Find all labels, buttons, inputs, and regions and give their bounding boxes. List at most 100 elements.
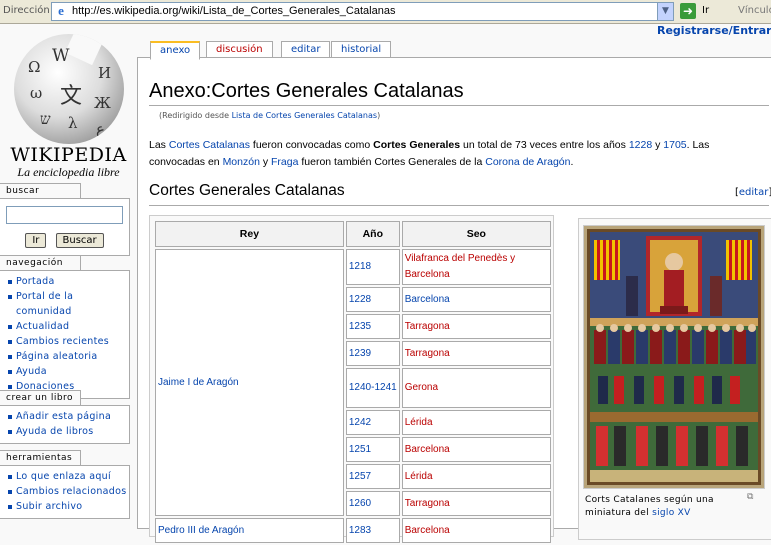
book-item-help[interactable]: Ayuda de libros <box>16 426 94 437</box>
book-portlet-title: crear un libro <box>0 390 81 405</box>
seo-cell: Lérida <box>401 464 551 489</box>
address-bar: Dirección e http://es.wikipedia.org/wiki… <box>0 0 771 24</box>
seo-link[interactable]: Tarragona <box>405 498 450 509</box>
link-cortes-catalanas[interactable]: Cortes Catalanas <box>169 139 250 151</box>
header-ano: Año <box>345 221 400 247</box>
wikipedia-logo[interactable]: Ω W И ω 文 Ж ש λ ع WIKIPEDIA La enciclope… <box>0 24 137 180</box>
year-link[interactable]: 1260 <box>349 498 371 509</box>
ie-page-icon: e <box>58 3 64 18</box>
year-cell: 1257 <box>345 464 400 489</box>
intro-text: un total de 73 veces entre los años <box>460 139 629 151</box>
navigation-portlet-title: navegación <box>0 255 81 270</box>
year-link[interactable]: 1242 <box>349 417 371 428</box>
year-link[interactable]: 1251 <box>349 444 371 455</box>
seo-link[interactable]: Barcelona <box>405 294 450 305</box>
seo-link[interactable]: Barcelona <box>405 525 450 536</box>
tab-discusion[interactable]: discusión <box>206 41 273 58</box>
section-heading: Cortes Generales Catalanas <box>149 182 345 199</box>
thumb-caption: Corts Catalanes según una miniatura del … <box>585 494 745 520</box>
year-cell: 1239 <box>345 341 400 366</box>
king-link[interactable]: Pedro III de Aragón <box>158 525 244 536</box>
header-seo: Seo <box>401 221 551 247</box>
intro-bold: Cortes Generales <box>373 139 461 151</box>
seo-link[interactable]: Barcelona <box>405 444 450 455</box>
nav-item-pagina-aleatoria[interactable]: Página aleatoria <box>16 351 98 362</box>
go-button[interactable]: Ir <box>702 5 709 16</box>
nav-item-ayuda[interactable]: Ayuda <box>16 366 47 377</box>
seo-cell: Barcelona <box>401 287 551 312</box>
link-1228[interactable]: 1228 <box>629 139 652 151</box>
go-arrow-icon[interactable]: ➜ <box>680 3 696 19</box>
seo-cell: Tarragona <box>401 491 551 516</box>
search-portlet-title: buscar <box>0 183 81 198</box>
address-url[interactable]: http://es.wikipedia.org/wiki/Lista_de_Co… <box>72 5 395 17</box>
thumbnail: ⧉ Corts Catalanes según una miniatura de… <box>578 218 771 540</box>
section-edit-link[interactable]: editar <box>739 187 768 198</box>
intro-text: y <box>652 139 664 151</box>
year-link[interactable]: 1240-1241 <box>349 382 397 393</box>
search-input[interactable] <box>6 206 123 224</box>
year-link[interactable]: 1283 <box>349 525 371 536</box>
nav-item-portada[interactable]: Portada <box>16 276 55 287</box>
seo-cell: Lérida <box>401 410 551 435</box>
king-link[interactable]: Jaime I de Aragón <box>158 377 239 388</box>
search-portlet: buscar Ir Buscar <box>0 183 130 256</box>
tools-item-whatlinkshere[interactable]: Lo que enlaza aquí <box>16 471 111 482</box>
puzzle-globe-icon: Ω W И ω 文 Ж ש λ ع <box>14 34 124 144</box>
navigation-portlet: navegación Portada Portal de la comunida… <box>0 255 130 399</box>
seo-link[interactable]: Lérida <box>405 417 433 428</box>
seo-link[interactable]: Tarragona <box>405 348 450 359</box>
search-go-button[interactable]: Ir <box>25 233 47 248</box>
seo-cell: Tarragona <box>401 314 551 339</box>
year-link[interactable]: 1239 <box>349 348 371 359</box>
tools-item-upload[interactable]: Subir archivo <box>16 501 82 512</box>
king-cell: Pedro III de Aragón <box>155 518 344 543</box>
intro-text: . <box>570 155 574 168</box>
nav-item-cambios-recientes[interactable]: Cambios recientes <box>16 336 109 347</box>
tools-item-related-changes[interactable]: Cambios relacionados <box>16 486 126 497</box>
king-cell: Jaime I de Aragón <box>155 249 344 516</box>
year-cell: 1228 <box>345 287 400 312</box>
corts-miniature-image[interactable] <box>583 225 765 489</box>
year-cell: 1218 <box>345 249 400 285</box>
link-fraga[interactable]: Fraga <box>271 156 298 168</box>
wordmark: WIKIPEDIA <box>10 144 127 166</box>
address-label: Dirección <box>3 5 50 16</box>
year-link[interactable]: 1235 <box>349 321 371 332</box>
seo-cell: Tarragona <box>401 341 551 366</box>
redirect-suffix: ) <box>377 111 381 120</box>
year-cell: 1242 <box>345 410 400 435</box>
nav-item-portal-comunidad[interactable]: Portal de la comunidad <box>16 291 73 317</box>
seo-cell: Barcelona <box>401 437 551 462</box>
year-cell: 1240-1241 <box>345 368 400 408</box>
chevron-down-icon[interactable]: ▼ <box>657 3 673 20</box>
caption-link[interactable]: siglo XV <box>652 508 691 518</box>
search-button[interactable]: Buscar <box>55 233 104 248</box>
links-label[interactable]: Vínculo <box>738 5 771 16</box>
tab-editar[interactable]: editar <box>281 41 331 58</box>
year-link[interactable]: 1228 <box>349 294 371 305</box>
seo-cell: Gerona <box>401 368 551 408</box>
seo-link[interactable]: Tarragona <box>405 321 450 332</box>
link-monzon[interactable]: Monzón <box>223 156 260 168</box>
content-area: Anexo:Cortes Generales Catalanas (Rediri… <box>137 57 771 543</box>
intro-text: fueron convocadas como <box>249 139 374 151</box>
link-corona-aragon[interactable]: Corona de Aragón <box>485 156 570 168</box>
seo-link[interactable]: Lérida <box>405 471 433 482</box>
year-link[interactable]: 1218 <box>349 261 371 272</box>
login-link[interactable]: Registrarse/Entrar <box>657 24 771 37</box>
intro-text: Las <box>149 139 169 151</box>
seo-link[interactable]: Gerona <box>405 382 438 393</box>
address-input[interactable]: e http://es.wikipedia.org/wiki/Lista_de_… <box>51 2 674 21</box>
enlarge-icon[interactable]: ⧉ <box>747 492 759 502</box>
tab-historial[interactable]: historial <box>331 41 392 58</box>
seo-link[interactable]: Vilafranca del Penedès y Barcelona <box>405 253 515 280</box>
tools-portlet-title: herramientas <box>0 450 81 465</box>
year-link[interactable]: 1257 <box>349 471 371 482</box>
link-1705[interactable]: 1705 <box>663 139 686 151</box>
nav-item-actualidad[interactable]: Actualidad <box>16 321 69 332</box>
redirect-link[interactable]: Lista de Cortes Generales Catalanas <box>232 111 377 120</box>
book-item-add-page[interactable]: Añadir esta página <box>16 411 111 422</box>
tab-anexo[interactable]: anexo <box>150 41 201 60</box>
caption-text: Corts Catalanes según una miniatura del <box>585 495 714 518</box>
